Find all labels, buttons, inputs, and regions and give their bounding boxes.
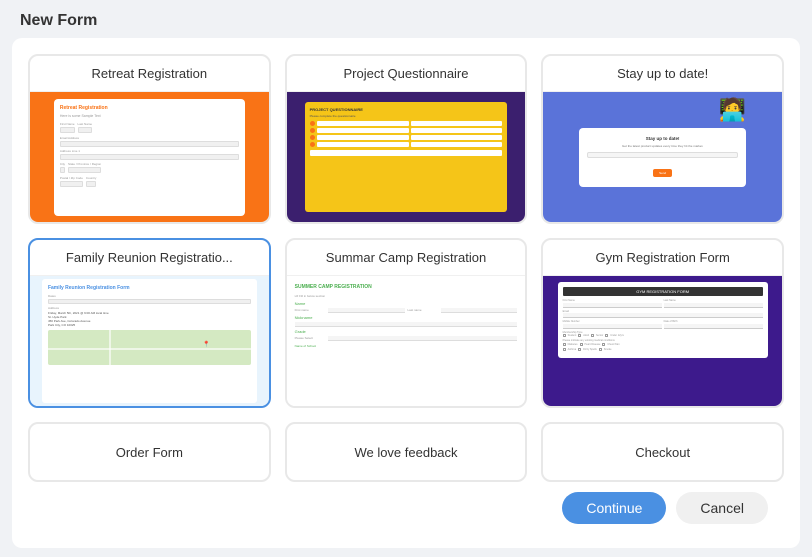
stayup-email-input: [587, 152, 738, 158]
page-header: New Form: [0, 0, 812, 38]
project-row-4: [310, 142, 503, 147]
retreat-mini-title: Retreat Registration: [60, 105, 239, 111]
summer-name-school: Name of School: [295, 344, 518, 348]
retreat-field-country: Country: [86, 176, 97, 187]
family-inner-form: Family Reunion Registration Form Dates A…: [42, 279, 257, 403]
card-summer-camp[interactable]: Summar Camp Registration SUMMER CAMP REG…: [285, 238, 528, 408]
map-pin-icon: 📍: [203, 341, 210, 348]
family-field-date: Dates: [48, 294, 251, 304]
page-title: New Form: [20, 12, 97, 29]
gym-row-email: Email: [563, 310, 763, 319]
retreat-field-state: State / Province / Region: [68, 162, 101, 173]
footer-actions: Continue Cancel: [28, 482, 784, 532]
project-mini-title: PROJECT QUESTIONNAIRE: [310, 107, 503, 112]
project-text-area: [310, 150, 503, 156]
family-field-address: Address Friday, March 5th, 2021 @ 9:00 A…: [48, 306, 251, 327]
retreat-field-city: City: [60, 162, 65, 173]
card-label-summer: Summar Camp Registration: [287, 240, 526, 276]
card-project-questionnaire[interactable]: Project Questionnaire PROJECT QUESTIONNA…: [285, 54, 528, 224]
summer-field-grade: Please Select: [295, 336, 518, 341]
card-we-love-feedback[interactable]: We love feedback: [285, 422, 528, 482]
card-label-checkout: Checkout: [635, 445, 690, 460]
card-order-form[interactable]: Order Form: [28, 422, 271, 482]
summer-mini-sub: Hi! Fill in below section: [295, 294, 518, 298]
retreat-field-firstname: First Name: [60, 122, 75, 133]
retreat-field-zip: Postal / Zip Code: [60, 176, 83, 187]
family-map: 📍: [48, 330, 251, 365]
retreat-field-address: [60, 154, 239, 160]
continue-button[interactable]: Continue: [562, 492, 666, 524]
project-row-3: [310, 135, 503, 140]
project-inner-card: PROJECT QUESTIONNAIRE Please complete th…: [305, 102, 508, 213]
card-label-family: Family Reunion Registratio...: [30, 240, 269, 276]
card-label-stayup: Stay up to date!: [543, 56, 782, 92]
card-preview-family: Family Reunion Registration Form Dates A…: [30, 276, 269, 406]
gym-fitness: Please indicate any existing medical con…: [563, 339, 763, 351]
card-label-project: Project Questionnaire: [287, 56, 526, 92]
card-preview-project: PROJECT QUESTIONNAIRE Please complete th…: [287, 92, 526, 222]
bottom-card-grid: Order Form We love feedback Checkout: [28, 422, 784, 482]
card-stay-up-to-date[interactable]: Stay up to date! 🧑‍💻 Stay up to date! Ge…: [541, 54, 784, 224]
card-checkout[interactable]: Checkout: [541, 422, 784, 482]
gym-membership: Membership Type Student Adult Senior Und…: [563, 331, 763, 338]
cancel-button[interactable]: Cancel: [676, 492, 768, 524]
summer-field-nickname: [295, 322, 518, 327]
page-wrapper: New Form Retreat Registration Retreat Re…: [0, 0, 812, 548]
summer-mini-title: SUMMER CAMP REGISTRATION: [295, 284, 518, 290]
retreat-field-email: [60, 141, 239, 147]
card-label-retreat: Retreat Registration: [30, 56, 269, 92]
card-label-gym: Gym Registration Form: [543, 240, 782, 276]
card-family-reunion[interactable]: Family Reunion Registratio... Family Reu…: [28, 238, 271, 408]
gym-mini-header: GYM REGISTRATION FORM: [563, 287, 763, 296]
gym-row-phone: Mobile Number Date of Birth: [563, 320, 763, 329]
card-gym-registration[interactable]: Gym Registration Form GYM REGISTRATION F…: [541, 238, 784, 408]
retreat-field-row-4: Postal / Zip Code Country: [60, 176, 239, 187]
stayup-subscribe-btn: Send: [653, 169, 672, 177]
project-mini-sub: Please complete the questionnaire: [310, 114, 503, 118]
stayup-inner-box: Stay up to date! Get the latest product …: [579, 128, 746, 187]
summer-field-first: First name Last name: [295, 308, 518, 313]
retreat-field-lastname: Last Name: [78, 122, 93, 133]
card-preview-stayup: 🧑‍💻 Stay up to date! Get the latest prod…: [543, 92, 782, 222]
retreat-form-preview: Retreat Registration Here is some Sample…: [54, 99, 245, 216]
template-grid: Retreat Registration Retreat Registratio…: [28, 54, 784, 408]
summer-section-grade: Grade: [295, 329, 518, 334]
retreat-field-row-3: City State / Province / Region: [60, 162, 239, 173]
main-container: Retreat Registration Retreat Registratio…: [12, 38, 800, 548]
card-retreat-registration[interactable]: Retreat Registration Retreat Registratio…: [28, 54, 271, 224]
retreat-field-address-wrap: Address Line 1: [60, 149, 239, 160]
project-row-2: [310, 128, 503, 133]
stayup-person-icon: 🧑‍💻: [719, 97, 746, 123]
gym-row-1: First Name Last Name: [563, 299, 763, 308]
retreat-field-row-1: First Name Last Name: [60, 122, 239, 133]
card-label-feedback: We love feedback: [354, 445, 457, 460]
summer-section-name: Name: [295, 301, 518, 306]
card-preview-gym: GYM REGISTRATION FORM First Name Last Na…: [543, 276, 782, 406]
family-mini-title: Family Reunion Registration Form: [48, 285, 251, 291]
card-preview-retreat: Retreat Registration Here is some Sample…: [30, 92, 269, 222]
card-label-order: Order Form: [116, 445, 183, 460]
summer-section-nickname: Nickname: [295, 315, 518, 320]
project-row-1: [310, 121, 503, 126]
card-preview-summer: SUMMER CAMP REGISTRATION Hi! Fill in bel…: [287, 276, 526, 406]
stayup-mini-text: Get the latest product updates every tim…: [587, 144, 738, 148]
retreat-field-email-wrap: Email Address: [60, 136, 239, 147]
retreat-mini-sub: Here is some Sample Text: [60, 114, 239, 118]
gym-inner-form: GYM REGISTRATION FORM First Name Last Na…: [558, 282, 768, 358]
stayup-mini-title: Stay up to date!: [587, 136, 738, 141]
